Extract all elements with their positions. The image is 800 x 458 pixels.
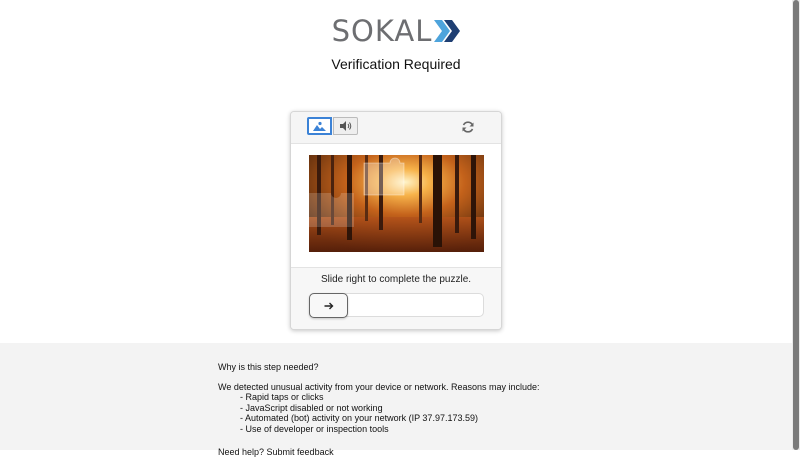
- audio-mode-button[interactable]: [333, 117, 358, 135]
- page-title: Verification Required: [331, 56, 461, 72]
- image-icon: [313, 121, 326, 131]
- info-question: Why is this step needed?: [218, 362, 319, 372]
- info-intro: We detected unusual activity from your d…: [218, 381, 540, 392]
- logo: SOKAL: [0, 14, 792, 48]
- scrollbar[interactable]: [792, 0, 800, 450]
- info-section: Why is this step needed? We detected unu…: [0, 343, 792, 457]
- list-item: Automated (bot) activity on your network…: [240, 413, 540, 424]
- list-item: Use of developer or inspection tools: [240, 424, 540, 435]
- captcha-widget: Slide right to complete the puzzle.: [290, 111, 502, 330]
- slider-instruction: Slide right to complete the puzzle.: [320, 274, 472, 285]
- divider: [291, 267, 501, 268]
- refresh-icon[interactable]: [461, 120, 475, 134]
- captcha-toolbar: [291, 112, 501, 144]
- audio-icon: [339, 121, 351, 131]
- scrollbar-thumb[interactable]: [793, 0, 799, 450]
- image-mode-button[interactable]: [307, 117, 332, 135]
- feedback-link[interactable]: Need help? Submit feedback: [218, 447, 540, 458]
- chevron-right-icon: [434, 20, 461, 42]
- reasons-list: Rapid taps or clicks JavaScript disabled…: [218, 392, 540, 434]
- puzzle-image: [309, 155, 484, 252]
- logo-text: SOKAL: [331, 14, 433, 48]
- slider-handle[interactable]: [309, 293, 348, 318]
- arrow-right-icon: [324, 302, 333, 309]
- list-item: Rapid taps or clicks: [240, 392, 540, 403]
- list-item: JavaScript disabled or not working: [240, 403, 540, 414]
